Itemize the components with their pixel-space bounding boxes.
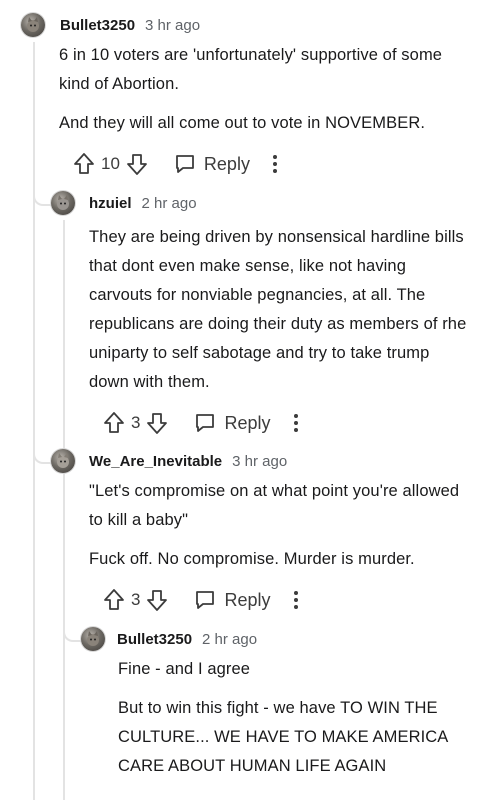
thread-branch <box>63 624 83 642</box>
comment-paragraph: 6 in 10 voters are 'unfortunately' suppo… <box>59 46 443 93</box>
comment: Bullet3250 2 hr ago Fine - and I agree B… <box>81 625 477 781</box>
comment-header: Bullet3250 3 hr ago <box>21 11 477 39</box>
arrow-down-icon[interactable] <box>146 588 168 612</box>
more-vertical-icon[interactable] <box>293 590 299 610</box>
reply-button[interactable]: Reply <box>194 589 271 611</box>
comment: hzuiel 2 hr ago They are being driven by… <box>51 189 477 441</box>
comment-header: hzuiel 2 hr ago <box>51 189 477 217</box>
arrow-down-icon[interactable] <box>146 411 168 435</box>
username[interactable]: Bullet3250 <box>117 631 192 648</box>
reply-button[interactable]: Reply <box>174 153 250 175</box>
comment-paragraph: They are being driven by nonsensical har… <box>89 228 467 391</box>
avatar[interactable] <box>81 627 105 651</box>
username[interactable]: hzuiel <box>89 195 132 212</box>
username[interactable]: Bullet3250 <box>60 17 135 34</box>
reply-label: Reply <box>224 589 271 610</box>
more-vertical-icon[interactable] <box>293 413 299 433</box>
timestamp[interactable]: 3 hr ago <box>145 17 200 34</box>
comment-body: They are being driven by nonsensical har… <box>89 223 473 397</box>
reply-label: Reply <box>224 412 271 433</box>
comment-actions: 3 Reply <box>103 405 477 441</box>
comment-actions: 3 Reply <box>103 582 477 618</box>
reply-button[interactable]: Reply <box>194 412 271 434</box>
timestamp[interactable]: 2 hr ago <box>202 631 257 648</box>
comment-bubble-icon <box>174 153 196 175</box>
arrow-up-icon[interactable] <box>103 411 125 435</box>
comment-header: Bullet3250 2 hr ago <box>81 625 477 653</box>
avatar[interactable] <box>51 191 75 215</box>
vote-count: 3 <box>131 413 141 432</box>
comment-body: 6 in 10 voters are 'unfortunately' suppo… <box>59 41 459 138</box>
thread-branch <box>33 188 53 206</box>
vote-count: 3 <box>131 590 141 609</box>
avatar[interactable] <box>51 449 75 473</box>
arrow-up-icon[interactable] <box>103 588 125 612</box>
timestamp[interactable]: 2 hr ago <box>142 195 197 212</box>
comment-header: We_Are_Inevitable 3 hr ago <box>51 447 477 475</box>
comment-paragraph: Fine - and I agree <box>118 660 251 678</box>
arrow-down-icon[interactable] <box>126 152 148 176</box>
comment: We_Are_Inevitable 3 hr ago "Let's compro… <box>51 447 477 618</box>
thread-branch <box>33 446 53 464</box>
arrow-up-icon[interactable] <box>73 152 95 176</box>
vote-count: 10 <box>101 154 120 173</box>
comment-body: "Let's compromise on at what point you'r… <box>89 477 473 574</box>
username[interactable]: We_Are_Inevitable <box>89 453 222 470</box>
comment-bubble-icon <box>194 412 216 434</box>
comment-paragraph: Fuck off. No compromise. Murder is murde… <box>89 550 415 568</box>
timestamp[interactable]: 3 hr ago <box>232 453 287 470</box>
comment-body: Fine - and I agree But to win this fight… <box>118 655 448 781</box>
comment: Bullet3250 3 hr ago 6 in 10 voters are '… <box>21 11 477 182</box>
more-vertical-icon[interactable] <box>272 154 278 174</box>
comment-bubble-icon <box>194 589 216 611</box>
reply-label: Reply <box>203 153 250 174</box>
avatar[interactable] <box>21 13 45 37</box>
comment-paragraph: "Let's compromise on at what point you'r… <box>89 482 460 529</box>
comment-actions: 10 Reply <box>73 146 477 182</box>
comment-paragraph: And they will all come out to vote in NO… <box>59 114 426 132</box>
comment-paragraph: But to win this fight - we have TO WIN T… <box>118 699 448 775</box>
